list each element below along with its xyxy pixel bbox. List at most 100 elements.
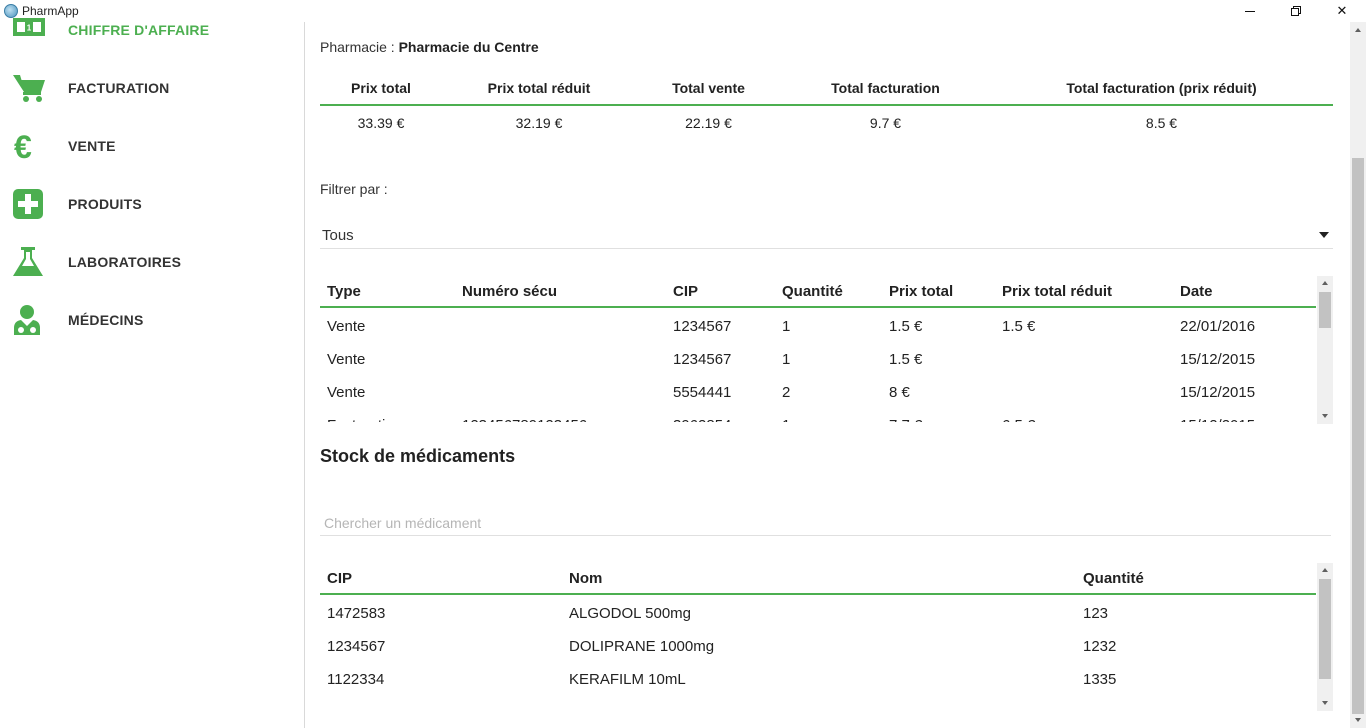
cell-type: Vente [327,351,366,368]
scroll-down-icon[interactable] [1322,414,1328,418]
scroll-down-icon[interactable] [1355,718,1361,722]
cell-quantite: 123 [1083,605,1109,622]
column-header-quantite[interactable]: Quantité [1083,563,1144,593]
totals-header-cell: Total vente [672,80,745,96]
column-header-prix-total-reduit[interactable]: Prix total réduit [1002,276,1112,306]
totals-table: Prix total Prix total réduit Total vente… [320,72,1333,140]
main-content: Pharmacie : Pharmacie du Centre Prix tot… [305,22,1350,728]
cell-prix-total: 7.7 € [889,409,922,422]
table-row[interactable]: 1472583 ALGODOL 500mg 123 [320,597,1316,630]
cell-cip: 1234567 [327,638,386,655]
table-row[interactable]: 1122334 KERAFILM 10mL 1335 [320,663,1316,696]
svg-text:€: € [14,130,32,162]
cell-date: 22/01/2016 [1180,318,1256,335]
column-header-type[interactable]: Type [327,276,361,306]
minimize-icon [1245,10,1255,12]
plus-icon [13,189,43,219]
totals-value-cell: 22.19 € [685,115,732,131]
scroll-down-icon[interactable] [1322,701,1328,705]
totals-header-cell: Prix total [351,80,411,96]
cell-date: 15/12/2015 [1180,409,1255,422]
scroll-up-icon[interactable] [1322,568,1328,572]
filter-selected-value: Tous [322,227,354,244]
table-row[interactable]: Vente 5554441 2 8 € 15/12/2015 [320,376,1316,409]
cell-type: Vente [327,384,366,401]
sidebar-item-label: FACTURATION [68,80,170,96]
medicine-search-input[interactable] [320,510,1331,536]
pharmacy-label: Pharmacie : [320,39,399,55]
sidebar-item-label: CHIFFRE D'AFFAIRE [68,22,210,38]
cell-date: 15/12/2015 [1180,384,1256,401]
cell-quantite: 2 [782,384,791,401]
table-row[interactable]: Vente 1234567 1 1.5 € 1.5 € 22/01/2016 [320,310,1316,343]
cell-quantite: 1 [782,409,790,422]
column-header-quantite[interactable]: Quantité [782,276,843,306]
table-row[interactable]: 1234567 DOLIPRANE 1000mg 1232 [320,630,1316,663]
scroll-up-icon[interactable] [1355,28,1361,32]
sidebar: 1 CHIFFRE D'AFFAIRE FACTURATION € VENTE … [0,0,304,728]
column-header-numero-secu[interactable]: Numéro sécu [462,276,557,306]
flask-icon [13,247,43,276]
table-row[interactable]: Facturation 123456789123456 3962854 1 7.… [320,409,1316,422]
close-button[interactable]: ✕ [1319,0,1365,22]
filter-label: Filtrer par : [320,181,388,197]
dropdown-arrow-icon [1319,232,1329,238]
cell-cip: 5554441 [673,384,732,401]
transactions-table: Type Numéro sécu CIP Quantité Prix total… [320,276,1316,422]
filter-dropdown[interactable]: Tous [320,222,1333,249]
cell-quantite: 1232 [1083,638,1117,655]
cell-date: 15/12/2015 [1180,351,1256,368]
cell-prix-total: 1.5 € [889,351,923,368]
cell-cip: 3962854 [673,409,731,422]
scroll-up-icon[interactable] [1322,281,1328,285]
cell-quantite: 1 [782,318,791,335]
restore-icon [1291,6,1301,16]
cell-nom: ALGODOL 500mg [569,605,691,622]
sidebar-item-vente[interactable]: € VENTE [0,126,304,166]
column-header-nom[interactable]: Nom [569,563,602,593]
sidebar-item-laboratoires[interactable]: LABORATOIRES [0,242,304,282]
totals-value-cell: 8.5 € [1145,115,1178,131]
cell-cip: 1234567 [673,351,732,368]
cell-type: Vente [327,318,366,335]
cell-numero-secu: 123456789123456 [462,409,587,422]
transactions-scrollbar[interactable] [1317,276,1333,424]
column-header-cip[interactable]: CIP [327,563,352,593]
totals-value-row: 33.39 € 32.19 € 22.19 € 9.7 € 8.5 € [320,106,1333,140]
sidebar-item-produits[interactable]: PRODUITS [0,184,304,224]
stock-header-row: CIP Nom Quantité [320,563,1316,595]
close-icon: ✕ [1336,3,1348,18]
money-icon: 1 [13,18,45,36]
totals-header-cell: Prix total réduit [487,80,591,96]
sidebar-item-chiffre-affaire[interactable]: 1 CHIFFRE D'AFFAIRE [0,10,304,50]
minimize-button[interactable] [1227,0,1273,22]
cell-nom: DOLIPRANE 1000mg [569,638,715,655]
sidebar-item-facturation[interactable]: FACTURATION [0,68,304,108]
scrollbar-thumb[interactable] [1319,579,1331,679]
sidebar-item-label: VENTE [68,138,116,154]
sidebar-item-label: LABORATOIRES [68,254,182,270]
scrollbar-thumb[interactable] [1319,292,1331,328]
totals-value-cell: 32.19 € [515,115,563,131]
cell-cip: 1122334 [327,671,385,688]
cell-cip: 1234567 [673,318,732,335]
totals-header-cell: Total facturation (prix réduit) [1066,80,1257,96]
cell-type: Facturation [327,409,402,422]
sidebar-item-medecins[interactable]: MÉDECINS [0,300,304,340]
sidebar-item-label: PRODUITS [68,196,142,212]
stock-scrollbar[interactable] [1317,563,1333,711]
cell-prix-total-reduit: 1.5 € [1002,318,1036,335]
column-header-prix-total[interactable]: Prix total [889,276,953,306]
stock-table: CIP Nom Quantité 1472583 ALGODOL 500mg 1… [320,563,1316,706]
totals-header-cell: Total facturation [831,80,940,96]
restore-button[interactable] [1273,0,1319,22]
svg-text:1: 1 [27,24,32,33]
scrollbar-thumb[interactable] [1352,158,1364,714]
column-header-date[interactable]: Date [1180,276,1213,306]
column-header-cip[interactable]: CIP [673,276,698,306]
cell-quantite: 1335 [1083,671,1117,688]
table-row[interactable]: Vente 1234567 1 1.5 € 15/12/2015 [320,343,1316,376]
totals-value-cell: 9.7 € [869,115,902,131]
sidebar-item-label: MÉDECINS [68,312,144,328]
page-scrollbar[interactable] [1350,22,1366,728]
